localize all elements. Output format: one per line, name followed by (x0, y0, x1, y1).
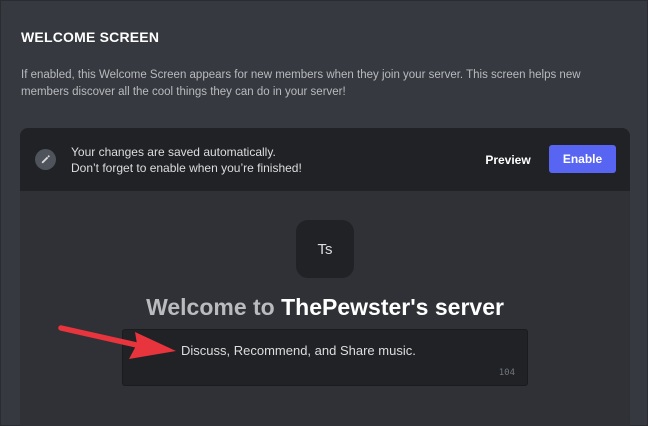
notice-line-2: Don’t forget to enable when you’re finis… (71, 161, 302, 175)
enable-button[interactable]: Enable (549, 145, 616, 173)
server-description-field[interactable]: Discuss, Recommend, and Share music. 104 (122, 329, 528, 386)
welcome-heading: Welcome to ThePewster's server (20, 292, 630, 322)
welcome-prefix: Welcome to (146, 294, 282, 320)
autosave-notice-text: Your changes are saved automatically. Do… (71, 144, 302, 176)
preview-button[interactable]: Preview (472, 145, 544, 174)
section-description: If enabled, this Welcome Screen appears … (21, 69, 581, 98)
server-icon[interactable]: Ts (296, 220, 354, 278)
section-title: WELCOME SCREEN (21, 29, 160, 45)
welcome-screen-settings-page: WELCOME SCREEN If enabled, this Welcome … (0, 0, 648, 426)
notice-line-1: Your changes are saved automatically. (71, 145, 276, 159)
server-description-value[interactable]: Discuss, Recommend, and Share music. (181, 343, 511, 358)
server-name: ThePewster's server (281, 294, 504, 320)
pencil-icon (35, 149, 56, 170)
server-initials: Ts (317, 240, 333, 258)
welcome-screen-editor-card: Your changes are saved automatically. Do… (20, 128, 630, 426)
character-counter: 104 (498, 368, 515, 378)
autosave-notice-bar: Your changes are saved automatically. Do… (20, 128, 630, 191)
